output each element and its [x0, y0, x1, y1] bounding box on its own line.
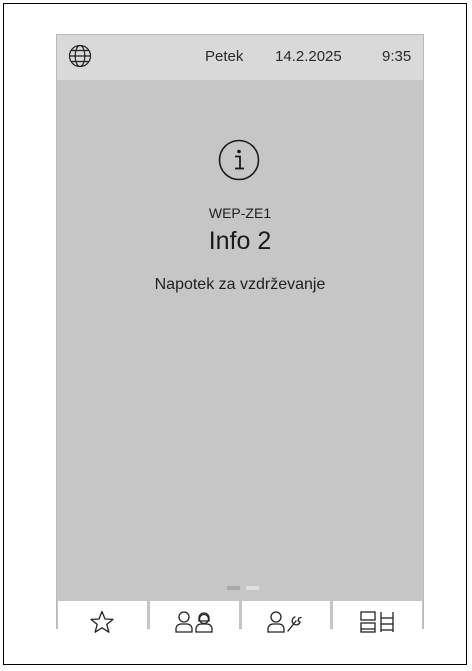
info-icon — [218, 139, 260, 181]
star-icon — [89, 609, 115, 635]
status-bar: Petek 14.2.2025 9:35 — [57, 35, 423, 80]
service-button[interactable] — [241, 601, 331, 642]
system-button[interactable] — [333, 601, 422, 642]
bottom-nav — [57, 601, 423, 642]
message-code: WEP-ZE1 — [208, 205, 272, 221]
page-dot-2[interactable] — [246, 586, 259, 590]
page-indicator — [227, 586, 259, 590]
favorites-button[interactable] — [58, 601, 147, 642]
message-subtitle: Napotek za vzdrževanje — [154, 276, 326, 293]
page-dot-1[interactable] — [227, 586, 240, 590]
status-date: 14.2.2025 — [275, 48, 342, 65]
users-icon — [174, 609, 214, 635]
user-wrench-icon — [266, 609, 306, 635]
status-time: 9:35 — [382, 48, 412, 65]
message-title: Info 2 — [208, 227, 272, 255]
device-screen: Petek 14.2.2025 9:35 WEP-ZE1 Info 2 Napo… — [56, 34, 424, 642]
users-button[interactable] — [149, 601, 239, 642]
system-icon — [358, 609, 398, 635]
status-day: Petek — [205, 48, 244, 65]
globe-icon[interactable] — [68, 44, 92, 68]
